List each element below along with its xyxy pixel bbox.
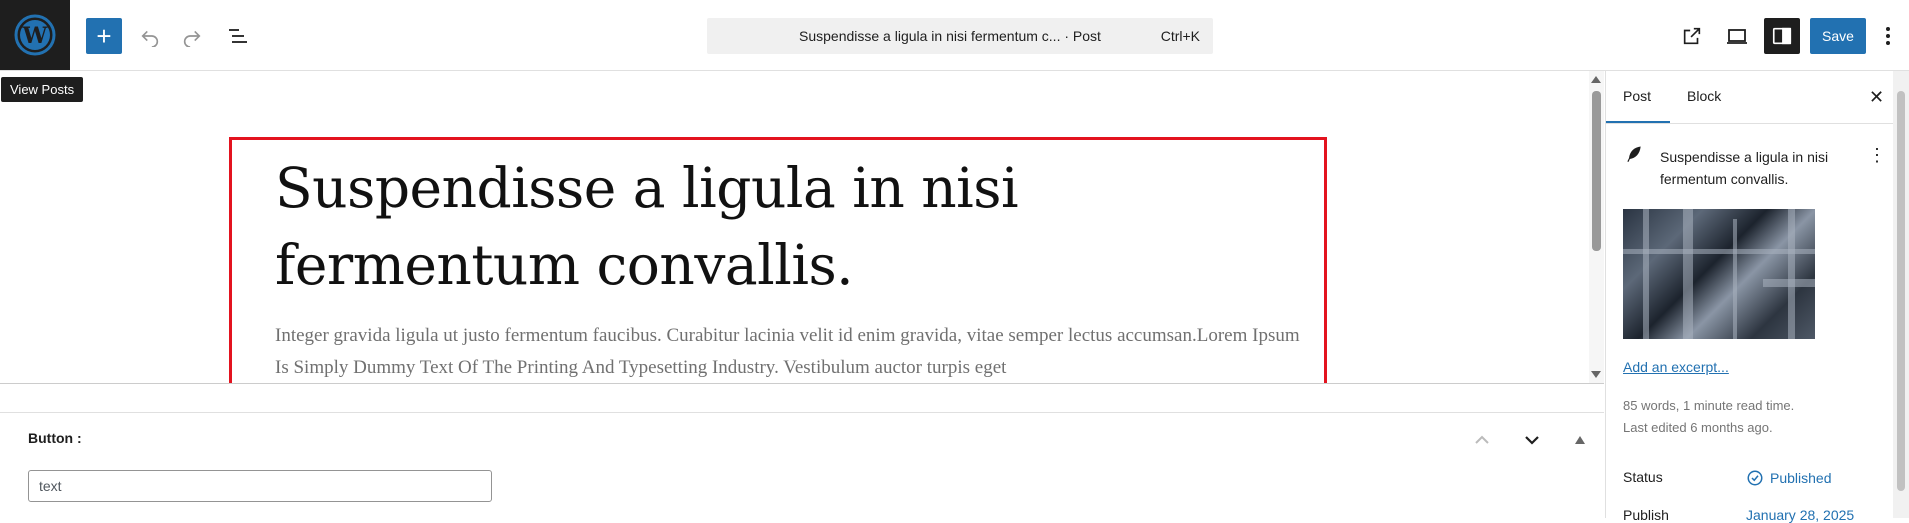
options-button[interactable] xyxy=(1876,18,1900,54)
more-options-icon: ⋮ xyxy=(1868,145,1886,165)
chevron-down-icon xyxy=(1525,436,1539,445)
meta-boxes-panel: Button : text xyxy=(0,383,1604,519)
document-overview-button[interactable] xyxy=(220,18,256,54)
word-count-text: 85 words, 1 minute read time. xyxy=(1623,398,1795,413)
post-feather-icon xyxy=(1624,144,1644,169)
command-bar-shortcut: Ctrl+K xyxy=(1160,28,1200,44)
publish-label: Publish xyxy=(1623,507,1669,523)
canvas-scrollbar[interactable] xyxy=(1589,71,1604,383)
collapse-triangle-icon xyxy=(1575,436,1585,444)
undo-icon xyxy=(141,30,159,47)
move-down-button[interactable] xyxy=(1520,428,1544,452)
published-check-icon xyxy=(1747,470,1763,486)
command-palette-bar[interactable]: Suspendisse a ligula in nisi fermentum c… xyxy=(707,18,1213,54)
post-stats: 85 words, 1 minute read time. Last edite… xyxy=(1623,395,1794,439)
wordpress-logo-button[interactable]: W xyxy=(0,0,70,70)
tabs-divider xyxy=(1606,123,1909,124)
sidebar-post-title: Suspendisse a ligula in nisi fermentum c… xyxy=(1660,149,1829,187)
button-text-input[interactable]: text xyxy=(28,470,492,502)
canvas-scrollbar-thumb[interactable] xyxy=(1592,91,1601,251)
scroll-up-arrow[interactable] xyxy=(1591,76,1601,83)
external-link-icon xyxy=(1683,27,1701,45)
sidebar-scrollbar-thumb[interactable] xyxy=(1897,91,1905,491)
status-value: Published xyxy=(1770,470,1832,486)
publish-date-button[interactable]: January 28, 2025 xyxy=(1746,507,1854,523)
desktop-preview-icon xyxy=(1727,29,1747,44)
close-icon: ✕ xyxy=(1869,87,1885,107)
meta-panel-divider xyxy=(0,412,1604,413)
settings-button[interactable] xyxy=(1764,18,1800,54)
document-overview-icon xyxy=(229,29,247,43)
move-up-button[interactable] xyxy=(1470,428,1494,452)
toggle-panel-button[interactable] xyxy=(1568,428,1592,452)
save-button[interactable]: Save xyxy=(1810,18,1866,54)
view-post-button[interactable] xyxy=(1674,18,1710,54)
scroll-down-arrow[interactable] xyxy=(1591,371,1601,378)
view-posts-tooltip: View Posts xyxy=(1,77,84,102)
plus-icon: + xyxy=(96,21,112,51)
command-bar-title: Suspendisse a ligula in nisi fermentum c… xyxy=(799,28,1101,44)
preview-button[interactable] xyxy=(1719,18,1755,54)
settings-panel-icon xyxy=(1772,27,1792,45)
redo-button[interactable] xyxy=(174,18,210,54)
last-edited-text: Last edited 6 months ago. xyxy=(1623,420,1773,435)
featured-image[interactable] xyxy=(1623,209,1815,339)
redo-icon xyxy=(183,30,201,47)
editor-top-toolbar: W + Suspendisse a ligula in nisi ferment… xyxy=(0,0,1909,71)
add-excerpt-link[interactable]: Add an excerpt... xyxy=(1623,359,1729,375)
add-block-button[interactable]: + xyxy=(86,18,122,54)
undo-button[interactable] xyxy=(132,18,168,54)
settings-sidebar: Post Block ✕ Suspendisse a ligula in nis… xyxy=(1605,71,1909,523)
status-label: Status xyxy=(1623,469,1663,485)
highlight-annotation-box xyxy=(229,137,1327,394)
post-actions-button[interactable]: ⋮ xyxy=(1868,145,1886,166)
chevron-up-icon xyxy=(1475,435,1489,444)
svg-text:W: W xyxy=(22,23,48,49)
status-value-button[interactable]: Published xyxy=(1746,469,1832,487)
button-field-label: Button : xyxy=(28,430,82,446)
close-sidebar-button[interactable]: ✕ xyxy=(1869,87,1884,108)
tab-block[interactable]: Block xyxy=(1687,88,1721,104)
sidebar-scrollbar[interactable] xyxy=(1893,71,1909,518)
tab-post[interactable]: Post xyxy=(1623,88,1651,104)
wordpress-logo-icon: W xyxy=(14,14,56,56)
options-icon xyxy=(1886,27,1890,45)
